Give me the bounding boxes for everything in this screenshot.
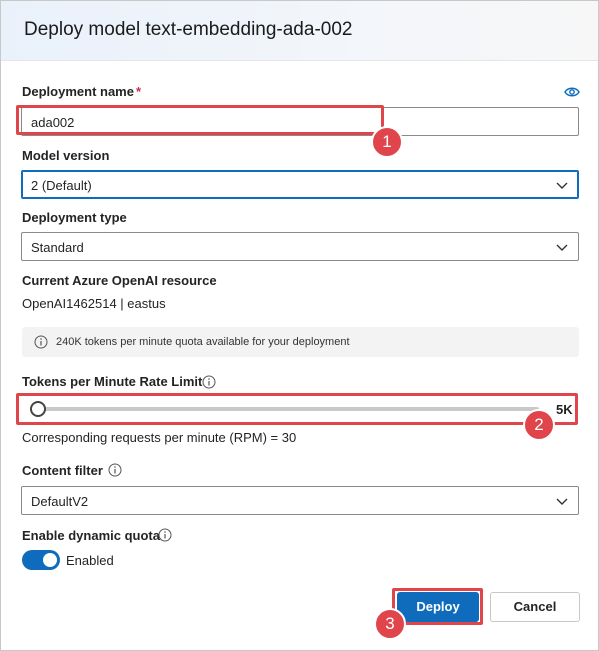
chevron-down-icon	[554, 177, 570, 193]
highlight-box-deploy	[392, 588, 483, 625]
chevron-down-icon	[554, 493, 570, 509]
deployment-type-selected: Standard	[31, 240, 84, 255]
quota-info-banner: 240K tokens per minute quota available f…	[22, 327, 579, 357]
deploy-model-dialog: Deploy model text-embedding-ada-002 Depl…	[0, 0, 599, 651]
content-filter-label: Content filter	[22, 463, 103, 478]
deployment-type-dropdown[interactable]: Standard	[21, 232, 579, 261]
dynamic-quota-toggle[interactable]	[22, 550, 60, 570]
required-marker: *	[135, 84, 142, 99]
highlight-box-deployment-name	[16, 105, 384, 135]
resource-label: Current Azure OpenAI resource	[22, 273, 217, 288]
deployment-type-label: Deployment type	[22, 210, 127, 225]
model-version-label: Model version	[22, 148, 110, 163]
eye-icon[interactable]	[564, 85, 580, 97]
chevron-down-icon	[554, 239, 570, 255]
dialog-title: Deploy model text-embedding-ada-002	[24, 19, 353, 40]
resource-value: OpenAI1462514 | eastus	[22, 296, 166, 311]
dynamic-quota-state: Enabled	[66, 553, 114, 568]
dynamic-quota-label: Enable dynamic quota	[22, 528, 160, 543]
content-filter-selected: DefaultV2	[31, 494, 89, 509]
model-version-dropdown[interactable]: 2 (Default)	[21, 170, 579, 199]
highlight-box-rate-limit	[16, 393, 578, 425]
step-badge-2: 2	[523, 409, 555, 441]
toggle-knob	[43, 553, 57, 567]
dialog-header: Deploy model text-embedding-ada-002	[1, 1, 598, 61]
step-badge-3: 3	[374, 608, 406, 640]
deployment-name-label: Deployment name *	[22, 84, 141, 99]
step-badge-1: 1	[371, 126, 403, 158]
rpm-text: Corresponding requests per minute (RPM) …	[22, 430, 297, 445]
rate-limit-label: Tokens per Minute Rate Limit	[22, 374, 203, 389]
info-icon[interactable]	[158, 528, 172, 542]
info-icon[interactable]	[108, 463, 122, 477]
cancel-button[interactable]: Cancel	[490, 592, 580, 622]
deployment-name-label-text: Deployment name	[22, 84, 134, 99]
content-filter-dropdown[interactable]: DefaultV2	[21, 486, 579, 515]
info-icon[interactable]	[202, 375, 216, 389]
model-version-selected: 2 (Default)	[31, 178, 92, 193]
quota-info-text: 240K tokens per minute quota available f…	[56, 336, 350, 348]
info-icon	[34, 335, 48, 349]
